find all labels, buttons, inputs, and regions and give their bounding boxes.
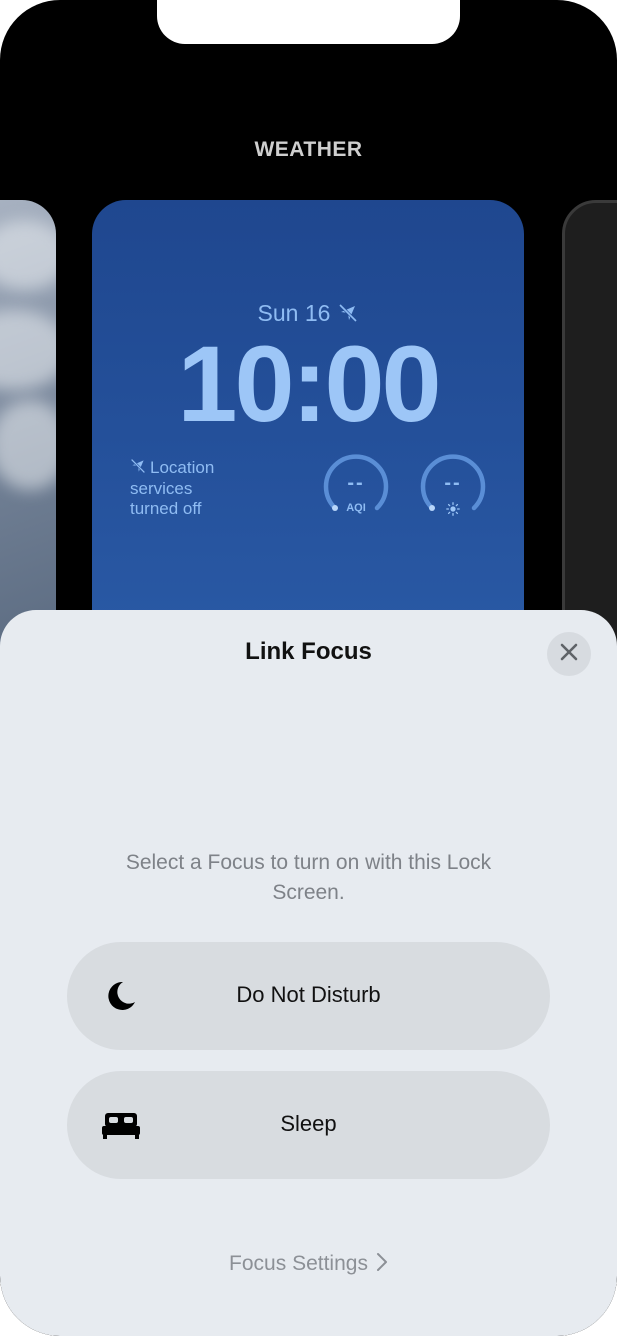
clock-time: 10:00 <box>177 323 441 444</box>
focus-settings-label: Focus Settings <box>229 1252 368 1275</box>
sleep-button[interactable]: Sleep <box>67 1071 550 1179</box>
notch <box>157 0 460 44</box>
chevron-right-icon <box>376 1252 388 1278</box>
location-line-1: Location <box>150 458 215 477</box>
location-line-3: turned off <box>130 499 202 518</box>
cloud-shape <box>0 400 56 490</box>
next-lock-screen-card[interactable] <box>562 200 617 666</box>
do-not-disturb-button[interactable]: Do Not Disturb <box>67 942 550 1050</box>
uv-value: -- <box>444 472 462 494</box>
sheet-title: Link Focus <box>245 638 372 665</box>
aqi-gauge-widget: -- AQI <box>321 452 391 522</box>
sleep-label: Sleep <box>280 1111 337 1136</box>
aqi-label: AQI <box>346 502 366 514</box>
cloud-shape <box>0 310 56 390</box>
sheet-prompt: Select a Focus to turn on with this Lock… <box>125 851 492 904</box>
wallpaper-section-label: WEATHER <box>254 138 363 161</box>
do-not-disturb-label: Do Not Disturb <box>236 982 381 1007</box>
phone-frame: WEATHER Sun 16 10:00 Location services t… <box>0 0 617 1336</box>
sun-icon <box>418 502 488 519</box>
cloud-shape <box>0 220 56 290</box>
location-off-icon <box>130 458 146 479</box>
link-focus-sheet: Link Focus Select a Focus to turn on wit… <box>0 610 617 1336</box>
close-button[interactable] <box>547 632 591 676</box>
previous-lock-screen-card[interactable] <box>0 200 56 660</box>
aqi-value: -- <box>347 472 365 494</box>
weather-lock-screen-card[interactable]: Sun 16 10:00 Location services turned of… <box>92 200 524 660</box>
focus-settings-link[interactable]: Focus Settings <box>0 1252 617 1278</box>
location-line-2: services <box>130 479 193 498</box>
location-status: Location services turned off <box>130 458 260 519</box>
close-icon <box>559 642 579 667</box>
uv-gauge-widget: -- <box>418 452 488 522</box>
